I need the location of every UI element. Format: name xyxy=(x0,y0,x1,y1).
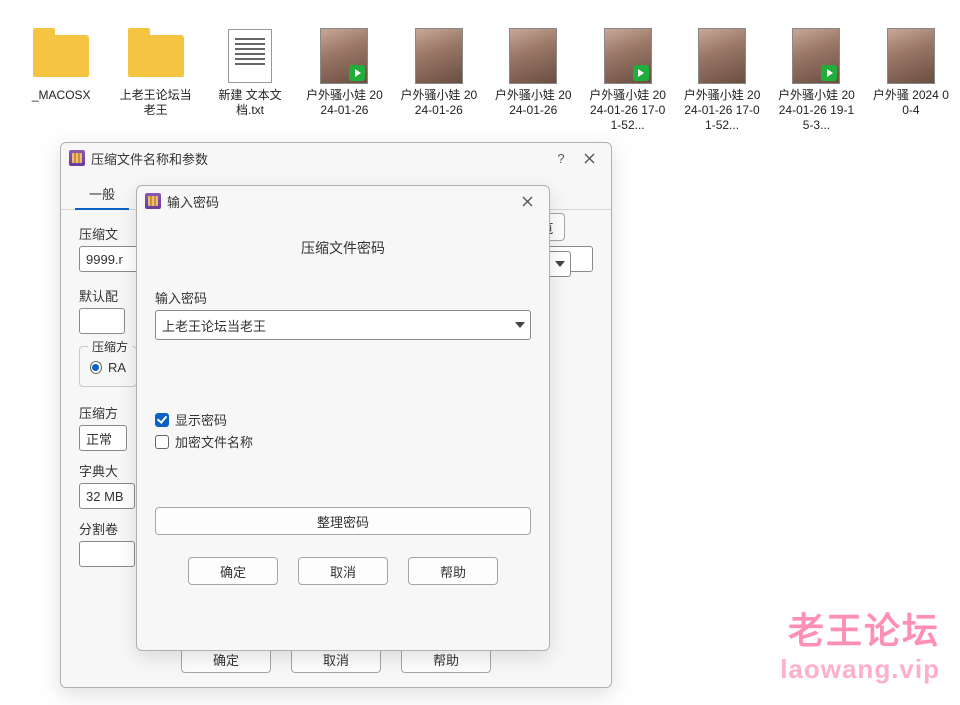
play-icon xyxy=(349,65,365,81)
file-label: 户外骚小娃 2024-01-26 xyxy=(400,88,478,118)
image-thumbnail xyxy=(415,28,463,84)
video-thumbnail xyxy=(604,28,652,84)
password-heading: 压缩文件密码 xyxy=(155,238,531,258)
split-volume-input[interactable] xyxy=(79,541,135,567)
titlebar: 输入密码 xyxy=(137,186,549,216)
file-item[interactable]: 户外骚小娃 2024-01-26 17-01-52... xyxy=(588,28,666,133)
image-thumbnail xyxy=(509,28,557,84)
help-button[interactable]: ? xyxy=(547,147,575,169)
titlebar: 压缩文件名称和参数 ? xyxy=(61,143,611,173)
encrypt-filenames-checkbox[interactable]: 加密文件名称 xyxy=(155,432,531,451)
close-button[interactable] xyxy=(575,147,603,169)
video-thumbnail xyxy=(792,28,840,84)
show-password-label: 显示密码 xyxy=(175,410,227,429)
text-file-icon xyxy=(228,29,272,83)
password-help-button[interactable]: 帮助 xyxy=(408,557,498,585)
image-thumbnail xyxy=(887,28,935,84)
password-ok-button[interactable]: 确定 xyxy=(188,557,278,585)
chevron-down-icon[interactable] xyxy=(509,310,531,340)
file-item[interactable]: 户外骚小娃 2024-01-26 17-01-52... xyxy=(683,28,761,133)
enter-password-label: 输入密码 xyxy=(155,288,531,307)
video-thumbnail xyxy=(320,28,368,84)
image-thumbnail xyxy=(698,28,746,84)
play-icon xyxy=(633,65,649,81)
file-label: 户外骚小娃 2024-01-26 xyxy=(305,88,383,118)
file-item[interactable]: 户外骚小娃 2024-01-26 xyxy=(400,28,478,133)
file-label: 户外骚小娃 2024-01-26 17-01-52... xyxy=(588,88,666,133)
folder-icon xyxy=(128,35,184,77)
password-cancel-button[interactable]: 取消 xyxy=(298,557,388,585)
encrypt-filenames-label: 加密文件名称 xyxy=(175,432,253,451)
file-item[interactable]: 户外骚小娃 2024-01-26 xyxy=(305,28,383,133)
file-item[interactable]: _MACOSX xyxy=(22,28,100,133)
watermark-line1: 老王论坛 xyxy=(780,602,940,654)
dictionary-size-dropdown[interactable]: 32 MB xyxy=(79,483,135,509)
winrar-icon xyxy=(69,150,85,166)
file-item[interactable]: 户外骚小娃 2024-01-26 19-15-3... xyxy=(777,28,855,133)
show-password-checkbox[interactable]: 显示密码 xyxy=(155,410,531,429)
compression-method-dropdown[interactable]: 正常 xyxy=(79,425,127,451)
file-label: 上老王论坛当老王 xyxy=(116,88,194,118)
file-item[interactable]: 新建 文本文档.txt xyxy=(211,28,289,133)
file-label: 户外骚小娃 2024-01-26 xyxy=(494,88,572,118)
file-label: 户外骚 2024 00-4 xyxy=(872,88,950,118)
file-explorer: _MACOSX 上老王论坛当老王新建 文本文档.txt 户外骚小娃 2024-01-… xyxy=(0,0,960,133)
password-input[interactable]: 上老王论坛当老王 xyxy=(155,310,531,340)
format-group-label: 压缩方 xyxy=(88,338,132,355)
watermark-line2: laowang.vip xyxy=(780,654,940,685)
dialog-title: 输入密码 xyxy=(167,192,513,211)
radio-rar-label: RA xyxy=(108,360,126,375)
file-item[interactable]: 户外骚 2024 00-4 xyxy=(872,28,950,133)
tab-general[interactable]: 一般 xyxy=(75,179,129,209)
file-item[interactable]: 户外骚小娃 2024-01-26 xyxy=(494,28,572,133)
file-label: 户外骚小娃 2024-01-26 19-15-3... xyxy=(777,88,855,133)
file-label: 新建 文本文档.txt xyxy=(211,88,289,118)
play-icon xyxy=(821,65,837,81)
radio-rar[interactable]: RA xyxy=(90,360,126,375)
close-button[interactable] xyxy=(513,190,541,212)
profile-button[interactable] xyxy=(79,308,125,334)
file-label: 户外骚小娃 2024-01-26 17-01-52... xyxy=(683,88,761,133)
folder-icon xyxy=(33,35,89,77)
watermark: 老王论坛 laowang.vip xyxy=(780,602,940,685)
winrar-icon xyxy=(145,193,161,209)
enter-password-dialog: 输入密码 压缩文件密码 输入密码 上老王论坛当老王 显示密码 加密文件名称 整理… xyxy=(136,185,550,651)
file-label: _MACOSX xyxy=(32,88,91,103)
dialog-title: 压缩文件名称和参数 xyxy=(91,149,547,168)
organize-passwords-button[interactable]: 整理密码 xyxy=(155,507,531,535)
file-item[interactable]: 上老王论坛当老王 xyxy=(116,28,194,133)
chevron-down-icon xyxy=(549,251,571,277)
